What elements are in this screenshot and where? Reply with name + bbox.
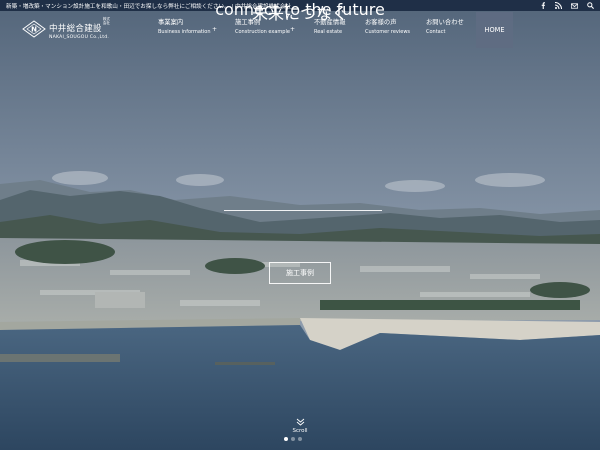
- nav-item-sublabel: Business information: [158, 29, 211, 36]
- hero-divider: [224, 210, 382, 211]
- submenu-plus-icon: +: [290, 26, 296, 33]
- nav-item-sublabel: Construction example: [235, 29, 290, 36]
- double-chevron-down-icon: [296, 418, 304, 426]
- scroll-indicator[interactable]: Scroll: [285, 418, 315, 434]
- nav-item-sublabel: Customer reviews: [365, 29, 411, 36]
- logo-name-en: NAKAI_SOUGOU Co.,Ltd.: [49, 34, 109, 40]
- hero-background-image: [0, 0, 600, 450]
- slider-dots: [284, 437, 302, 441]
- slider-dot[interactable]: [284, 437, 288, 441]
- logo-name-jp: 中井総合建設: [49, 23, 102, 34]
- scroll-label: Scroll: [292, 428, 308, 434]
- nav-item-sublabel: Contact: [426, 29, 446, 36]
- nav-item-sublabel: Real estate: [314, 29, 343, 36]
- hero-subtitle: connect to the future: [215, 0, 385, 19]
- submenu-plus-icon: +: [212, 26, 218, 33]
- svg-text:N: N: [31, 26, 37, 34]
- construction-example-button[interactable]: 施工事例: [269, 262, 331, 284]
- slider-dot[interactable]: [291, 437, 295, 441]
- slider-dot[interactable]: [298, 437, 302, 441]
